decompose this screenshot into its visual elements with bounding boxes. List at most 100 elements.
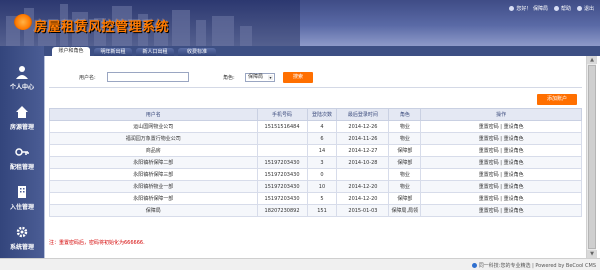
sidebar-item-checkin[interactable]: 入住管理 [0,180,44,214]
role-select[interactable]: 保障局 ▾ [245,73,275,82]
cell-role: 保障部 [388,156,422,169]
accounts-table: 用户名 手机号码 登陆次数 最后登录时间 角色 操作 运山国网物业公司 1515… [49,108,582,217]
col-operations: 操作 [420,108,582,121]
app-title: 房屋租赁风控管理系统 [34,20,170,35]
col-username: 用户名 [49,108,258,121]
tab-new-resident-rent[interactable]: 新人口出租 [136,48,174,56]
cell-operations[interactable]: 重置密码 | 重设角色 [420,120,582,133]
cell-role: 保障局,局领 [388,204,422,217]
cell-last-login: 2014-12-27 [336,144,390,157]
key-icon [15,148,29,156]
app-header: 房屋租赁风控管理系统 您好！ 保障局 帮助 退出 [0,0,600,46]
sidebar-item-personal-center[interactable]: 个人中心 [0,60,44,94]
cell-role: 保障部 [388,192,422,205]
tab-bar: 账户和角色 明年新出租 新人口出租 收费标准 [44,46,600,56]
cell-phone [256,132,308,145]
cell-logins: 0 [306,168,338,181]
username-label: 用户名: [79,75,96,81]
username-input[interactable] [107,72,189,82]
table-row: 商品房 14 2014-12-27 保障部 重置密码 | 重设角色 [49,144,582,157]
cell-operations[interactable]: 重置密码 | 重设角色 [420,156,582,169]
divider [49,87,582,88]
scroll-thumb[interactable] [588,65,596,249]
chevron-down-icon: ▾ [268,75,273,80]
cell-last-login: 2014-12-20 [336,180,390,193]
main-content: 用户名: 角色: 保障局 ▾ 搜索 添加账户 用户名 手机号码 登陆次数 最后登… [44,56,585,270]
cell-operations[interactable]: 重置密码 | 重设角色 [420,144,582,157]
help-link[interactable]: 帮助 [553,5,571,12]
cell-username: 运山国网物业公司 [49,120,258,133]
table-row: 保障局 18207230892 151 2015-01-03 保障局,局领 重置… [49,204,582,217]
house-icon [16,106,28,118]
cell-last-login: 2014-12-20 [336,192,390,205]
cell-role: 物业 [388,180,422,193]
tab-new-rent-next-year[interactable]: 明年新出租 [94,48,132,56]
cell-username: 商品房 [49,144,258,157]
tab-accounts-roles[interactable]: 账户和角色 [52,47,90,56]
cell-logins: 14 [306,144,338,157]
person-icon [16,66,28,79]
tab-fee-standard[interactable]: 收费标准 [178,48,216,56]
footer: 同一科技:您的专业精选 | Powered by BeCool CMS [0,258,600,270]
table-row: 福润园万象置行物业公司 6 2014-11-26 物业 重置密码 | 重设角色 [49,132,582,145]
scroll-down-icon[interactable]: ▼ [587,250,597,258]
cell-last-login: 2014-12-26 [336,120,390,133]
top-links: 您好！ 保障局 帮助 退出 [509,5,594,12]
cell-logins: 151 [306,204,338,217]
sidebar-item-allocation[interactable]: 配租管理 [0,140,44,174]
globe-icon [471,263,477,268]
role-label: 角色: [223,75,235,81]
table-row: 永阳镇桥物业一部 15197203430 10 2014-12-20 物业 重置… [49,180,582,193]
col-phone: 手机号码 [256,108,308,121]
cell-username: 永阳镇桥保障三部 [49,168,258,181]
col-role: 角色 [388,108,422,121]
logout-link[interactable]: 退出 [576,5,594,12]
cell-role: 物业 [388,120,422,133]
cell-username: 永阳镇桥物业一部 [49,180,258,193]
cell-username: 福润园万象置行物业公司 [49,132,258,145]
cell-phone: 15197203430 [256,192,308,205]
table-row: 永阳镇桥保障一部 15197203430 5 2014-12-20 保障部 重置… [49,192,582,205]
table-row: 永阳镇桥保障三部 15197203430 0 物业 重置密码 | 重设角色 [49,168,582,181]
search-button[interactable]: 搜索 [283,72,313,83]
sidebar-item-system[interactable]: 系统管理 [0,220,44,254]
cell-last-login: 2014-10-28 [336,156,390,169]
cell-logins: 6 [306,132,338,145]
cell-logins: 10 [306,180,338,193]
gear-icon [16,226,28,238]
user-icon [509,6,515,11]
table-row: 运山国网物业公司 15151516484 4 2014-12-26 物业 重置密… [49,120,582,133]
col-logins: 登陆次数 [306,108,338,121]
logout-icon [576,6,582,11]
cell-last-login [336,168,390,181]
table-row: 永阳镇桥保障二部 15197203430 3 2014-10-28 保障部 重置… [49,156,582,169]
cell-phone: 15197203430 [256,180,308,193]
col-last-login: 最后登录时间 [336,108,390,121]
cell-phone: 18207230892 [256,204,308,217]
scroll-up-icon[interactable]: ▲ [587,56,597,64]
footer-credit: 同一科技:您的专业精选 | Powered by BeCool CMS [471,262,596,269]
help-icon [553,6,559,11]
cell-operations[interactable]: 重置密码 | 重设角色 [420,168,582,181]
add-account-button[interactable]: 添加账户 [537,94,577,105]
user-greeting: 您好！ 保障局 [509,5,548,12]
cell-username: 永阳镇桥保障一部 [49,192,258,205]
password-reset-note: 注：重置密码后，密码将初始化为666666. [49,240,145,246]
sidebar-item-housing[interactable]: 房源管理 [0,100,44,134]
cell-logins: 5 [306,192,338,205]
search-row: 用户名: 角色: 保障局 ▾ 搜索 [45,72,586,84]
cell-logins: 4 [306,120,338,133]
cell-operations[interactable]: 重置密码 | 重设角色 [420,192,582,205]
cell-last-login: 2014-11-26 [336,132,390,145]
cell-role: 保障部 [388,144,422,157]
cell-phone: 15197203430 [256,156,308,169]
cell-phone [256,144,308,157]
cell-operations[interactable]: 重置密码 | 重设角色 [420,132,582,145]
table-header-row: 用户名 手机号码 登陆次数 最后登录时间 角色 操作 [49,108,582,121]
cell-username: 永阳镇桥保障二部 [49,156,258,169]
cell-username: 保障局 [49,204,258,217]
vertical-scrollbar[interactable]: ▲ ▼ [586,56,597,258]
cell-phone: 15151516484 [256,120,308,133]
cell-operations[interactable]: 重置密码 | 重设角色 [420,204,582,217]
cell-operations[interactable]: 重置密码 | 重设角色 [420,180,582,193]
